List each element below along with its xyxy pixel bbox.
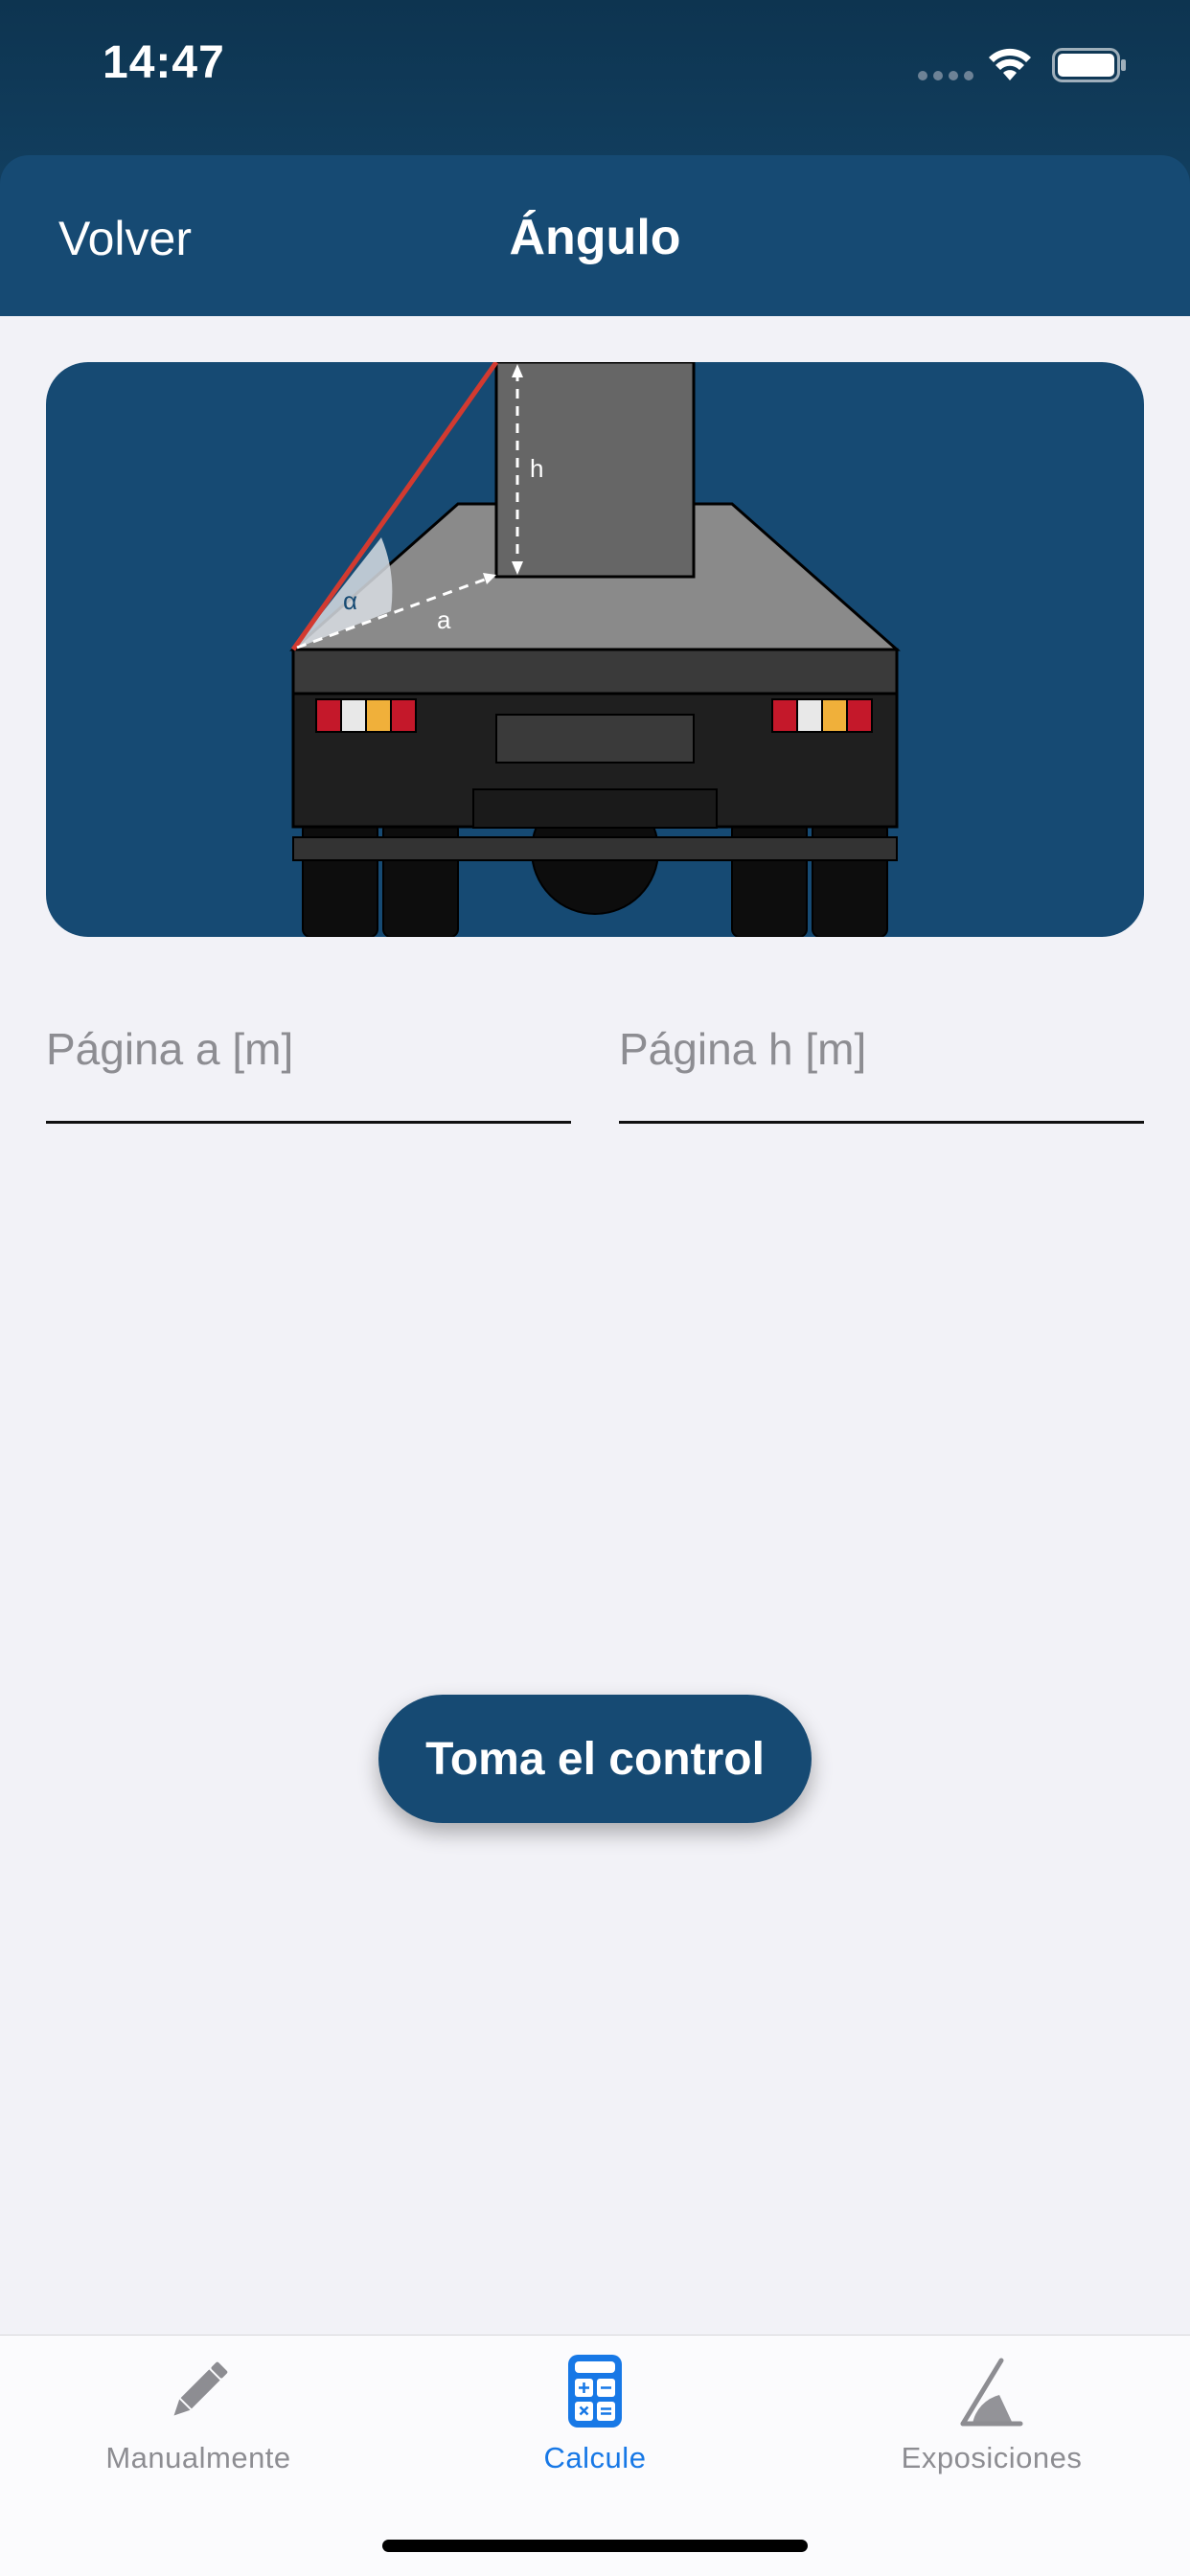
tab-exposures-label: Exposiciones bbox=[901, 2441, 1083, 2474]
pencil-icon bbox=[173, 2361, 228, 2416]
side-h-field bbox=[619, 1023, 1144, 1124]
left-tail-lights bbox=[315, 698, 417, 733]
side-a-underline bbox=[46, 1121, 571, 1124]
calculator-icon bbox=[568, 2355, 622, 2428]
side-h-underline bbox=[619, 1121, 1144, 1124]
cellular-signal-icon bbox=[918, 71, 973, 80]
wifi-icon bbox=[989, 48, 1031, 80]
side-h-input[interactable] bbox=[619, 1023, 1144, 1121]
tab-manual-label: Manualmente bbox=[105, 2441, 291, 2474]
home-indicator bbox=[382, 2540, 808, 2552]
truck-angle-illustration: α a h bbox=[46, 362, 1144, 937]
alpha-label: α bbox=[343, 586, 357, 615]
battery-icon bbox=[1052, 48, 1126, 82]
a-label: a bbox=[437, 605, 451, 634]
status-time: 14:47 bbox=[103, 37, 225, 88]
tab-exposures[interactable]: Exposiciones bbox=[858, 2353, 1126, 2475]
take-control-button[interactable]: Toma el control bbox=[378, 1695, 812, 1823]
navigation-bar: Volver Ángulo bbox=[0, 155, 1190, 316]
side-a-field bbox=[46, 1023, 571, 1124]
tab-manual[interactable]: Manualmente bbox=[64, 2353, 332, 2475]
angle-icon bbox=[960, 2358, 1023, 2427]
right-tail-lights bbox=[771, 698, 873, 733]
tab-calculate[interactable]: Calcule bbox=[461, 2353, 729, 2475]
page-title: Ángulo bbox=[509, 210, 681, 265]
side-a-input[interactable] bbox=[46, 1023, 571, 1121]
tab-calculate-label: Calcule bbox=[543, 2441, 647, 2474]
h-label: h bbox=[530, 454, 543, 483]
